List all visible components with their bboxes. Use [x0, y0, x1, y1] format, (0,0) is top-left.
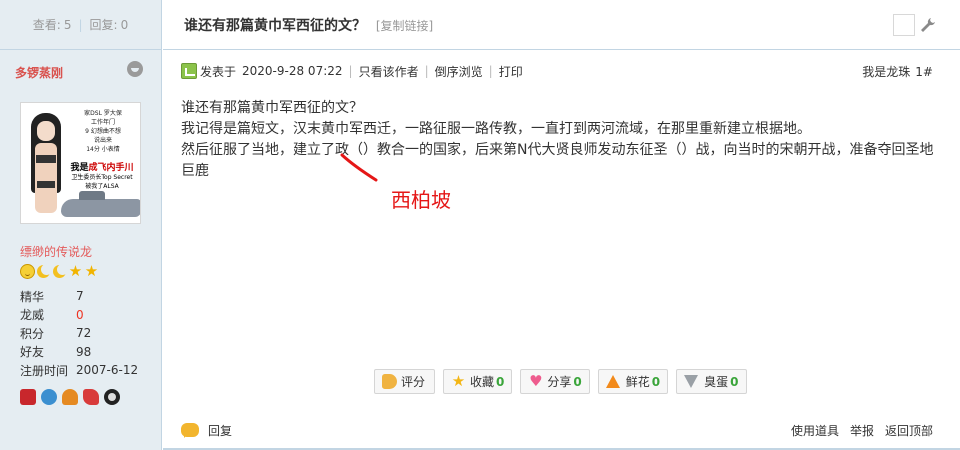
profile-row: 积分 72 [20, 326, 92, 341]
use-item-link[interactable]: 使用道具 [791, 422, 839, 439]
rank-medals: ★ ★ [20, 264, 99, 279]
footer-links: 使用道具 举报 返回顶部 [791, 422, 933, 439]
profile-stats: 精华 7 龙威 0 积分 72 好友 98 注册时间 2007-6-12 [20, 287, 140, 380]
report-link[interactable]: 举报 [850, 422, 874, 439]
author-name[interactable]: 多锣蒸刚 [15, 66, 63, 80]
posted-prefix: 发表于 [200, 64, 237, 79]
replies-count: 0 [120, 17, 129, 32]
star-icon: ★ [68, 262, 83, 280]
avatar-headline: 我是成飞内手川 卫生委员长Top Secret 被我了ALSA [70, 163, 134, 190]
online-status-icon [127, 61, 143, 77]
post-line: 我记得是篇短文，汉末黄巾军西迁，一路征服一路传教，一直打到两河流域，在那里重新建… [181, 121, 811, 137]
thread-title-bar: 谁还有那篇黄巾军西征的文？ [复制链接] [163, 0, 960, 50]
arrow-up-icon [605, 375, 620, 388]
copy-link-button[interactable]: [复制链接] [376, 19, 433, 33]
medal-icon[interactable] [83, 389, 99, 405]
floor-name: 我是龙珠 [862, 64, 911, 79]
avatar-ship [61, 191, 140, 217]
medal-icon[interactable] [20, 389, 36, 405]
post-icon [181, 63, 197, 79]
author-only-link[interactable]: 只看该作者 [359, 63, 419, 80]
avatar[interactable]: 家DSL 罗大保 工作年门 9 幻想曲不想 说出来 14分 小表情 我是成飞内手… [20, 102, 141, 224]
flower-button[interactable]: 鲜花 0 [597, 369, 669, 394]
post-content: 谁还有那篇黄巾军西征的文？ 我记得是篇短文，汉末黄巾军西迁，一路征服一路传教，一… [181, 98, 941, 182]
stats-divider: | [78, 17, 83, 32]
author-sidebar: 查看: 5 | 回复: 0 多锣蒸刚 家DSL 罗大保 工作年门 9 幻想曲不想… [0, 0, 162, 450]
rate-button[interactable]: 评分 [374, 369, 436, 394]
avatar-text: 家DSL 罗大保 工作年门 9 幻想曲不想 说出来 14分 小表情 [84, 110, 122, 153]
reply-icon [181, 423, 199, 438]
egg-button[interactable]: 臭蛋 0 [676, 369, 747, 394]
thread-stats: 查看: 5 | 回复: 0 [0, 0, 161, 50]
meta-divider: | [348, 64, 353, 78]
star-icon: ★ [84, 262, 99, 280]
star-icon: ★ [451, 372, 466, 390]
thread-title: 谁还有那篇黄巾军西征的文？ [184, 18, 366, 34]
sun-icon [20, 264, 35, 279]
views-count: 5 [63, 17, 72, 32]
back-to-top-link[interactable]: 返回顶部 [885, 422, 933, 439]
post-main: 谁还有那篇黄巾军西征的文？ [复制链接] 发表于 2020-9-28 07:22… [163, 0, 960, 450]
print-link[interactable]: 打印 [499, 63, 523, 80]
post-meta: 发表于 2020-9-28 07:22 | 只看该作者 | 倒序浏览 | 打印 … [181, 62, 933, 80]
profile-row: 好友 98 [20, 344, 92, 360]
floor-number[interactable]: 1# [915, 65, 933, 79]
rate-icon [382, 374, 397, 389]
arrow-down-icon [684, 375, 699, 388]
post-line: 巨鹿 [181, 163, 209, 179]
medal-badges [20, 389, 120, 405]
medal-icon[interactable] [41, 389, 57, 405]
meta-divider: | [488, 64, 493, 78]
author-header: 多锣蒸刚 [0, 50, 161, 94]
strikethrough-mark [340, 153, 378, 182]
floor-info: 我是龙珠 1# [862, 63, 933, 80]
posted-time: 2020-9-28 07:22 [242, 64, 343, 78]
checkbox-icon[interactable] [893, 14, 915, 36]
post-line: 然后征服了当地，建立了政（）教合一的国家，后来第N代大贤良师发动东征圣（）战，向… [181, 142, 934, 158]
user-group[interactable]: 缥缈的传说龙 [20, 243, 92, 260]
post-line: 谁还有那篇黄巾军西征的文？ [181, 100, 363, 116]
profile-row: 龙威 0 [20, 307, 84, 323]
moon-icon [36, 264, 52, 279]
replies-label: 回复: [89, 18, 118, 32]
profile-row: 精华 7 [20, 289, 84, 304]
reverse-order-link[interactable]: 倒序浏览 [435, 63, 483, 80]
heart-icon: ♥ [529, 372, 543, 390]
post-actions: 评分 ★ 收藏 0 ♥ 分享 0 鲜花 0 臭蛋 0 [374, 369, 747, 394]
favorite-button[interactable]: ★ 收藏 0 [443, 369, 513, 394]
post-footer: 回复 使用道具 举报 返回顶部 [181, 420, 933, 440]
medal-icon[interactable] [104, 389, 120, 405]
share-button[interactable]: ♥ 分享 0 [520, 369, 590, 394]
medal-icon[interactable] [62, 389, 78, 405]
moon-icon [52, 264, 68, 279]
handwritten-annotation: 西柏坡 [391, 188, 451, 212]
meta-divider: | [424, 64, 429, 78]
avatar-figure [25, 107, 65, 219]
views-label: 查看: [32, 18, 61, 32]
profile-row: 注册时间 2007-6-12 [20, 363, 139, 378]
reply-button[interactable]: 回复 [208, 422, 232, 439]
wrench-icon[interactable] [918, 15, 938, 35]
